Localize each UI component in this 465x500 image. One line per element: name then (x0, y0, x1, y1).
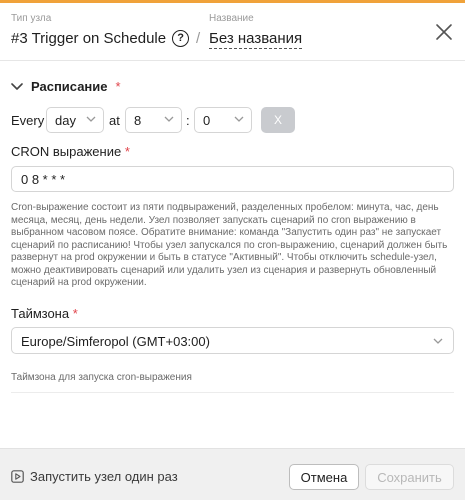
divider (11, 392, 454, 393)
chevron-down-icon (234, 116, 244, 122)
hour-select[interactable]: 8 (125, 107, 182, 133)
cron-label-text: CRON выражение (11, 144, 122, 159)
clear-schedule-button[interactable]: X (261, 107, 295, 133)
chevron-down-icon (164, 116, 174, 122)
chevron-down-icon (11, 82, 23, 90)
timezone-value: Europe/Simferopol (GMT+03:00) (21, 334, 210, 349)
schedule-section-toggle[interactable]: Расписание * (11, 79, 121, 94)
at-label: at (109, 113, 120, 128)
timezone-select[interactable]: Europe/Simferopol (GMT+03:00) (11, 327, 454, 354)
cron-input[interactable]: 0 8 * * * (11, 166, 454, 192)
minute-select[interactable]: 0 (194, 107, 252, 133)
save-button[interactable]: Сохранить (365, 464, 454, 490)
run-once-button[interactable]: Запустить узел один раз (11, 469, 178, 484)
minute-value: 0 (203, 113, 211, 128)
run-once-label: Запустить узел один раз (30, 469, 178, 484)
title-separator: / (196, 30, 201, 47)
period-select[interactable]: day (46, 107, 104, 133)
panel-header: Тип узла #3 Trigger on Schedule ? / Назв… (0, 3, 465, 61)
node-type-title: #3 Trigger on Schedule ? (11, 30, 190, 47)
node-name-field[interactable]: Без названия (209, 30, 303, 49)
play-icon (11, 470, 24, 483)
required-mark: * (124, 144, 130, 159)
timezone-label-text: Таймзона (11, 306, 70, 321)
cron-label: CRON выражение * (11, 144, 130, 159)
close-icon (436, 24, 452, 40)
schedule-section-title: Расписание (31, 79, 108, 94)
panel-content: Расписание * Every day at 8 : 0 X CRON в… (0, 62, 465, 448)
required-mark: * (72, 306, 78, 321)
node-type-label: Тип узла (11, 13, 52, 24)
help-icon[interactable]: ? (172, 30, 190, 47)
hour-value: 8 (134, 113, 142, 128)
schedule-row: Every day at 8 : 0 X (11, 107, 451, 133)
time-separator: : (186, 113, 190, 128)
chevron-down-icon (86, 116, 96, 122)
panel-footer: Запустить узел один раз Отмена Сохранить (0, 448, 465, 500)
cancel-button[interactable]: Отмена (289, 464, 359, 490)
node-name-label: Название (209, 13, 254, 24)
chevron-down-icon (433, 338, 443, 344)
cron-help-text: Cron-выражение состоит из пяти подвыраже… (11, 202, 448, 288)
timezone-help-text: Таймзона для запуска cron-выражения (11, 372, 192, 383)
node-type-text: #3 Trigger on Schedule (11, 30, 167, 47)
every-label: Every (11, 113, 45, 128)
timezone-label: Таймзона * (11, 306, 78, 321)
required-mark: * (115, 79, 121, 94)
period-value: day (55, 113, 76, 128)
close-button[interactable] (433, 21, 455, 43)
